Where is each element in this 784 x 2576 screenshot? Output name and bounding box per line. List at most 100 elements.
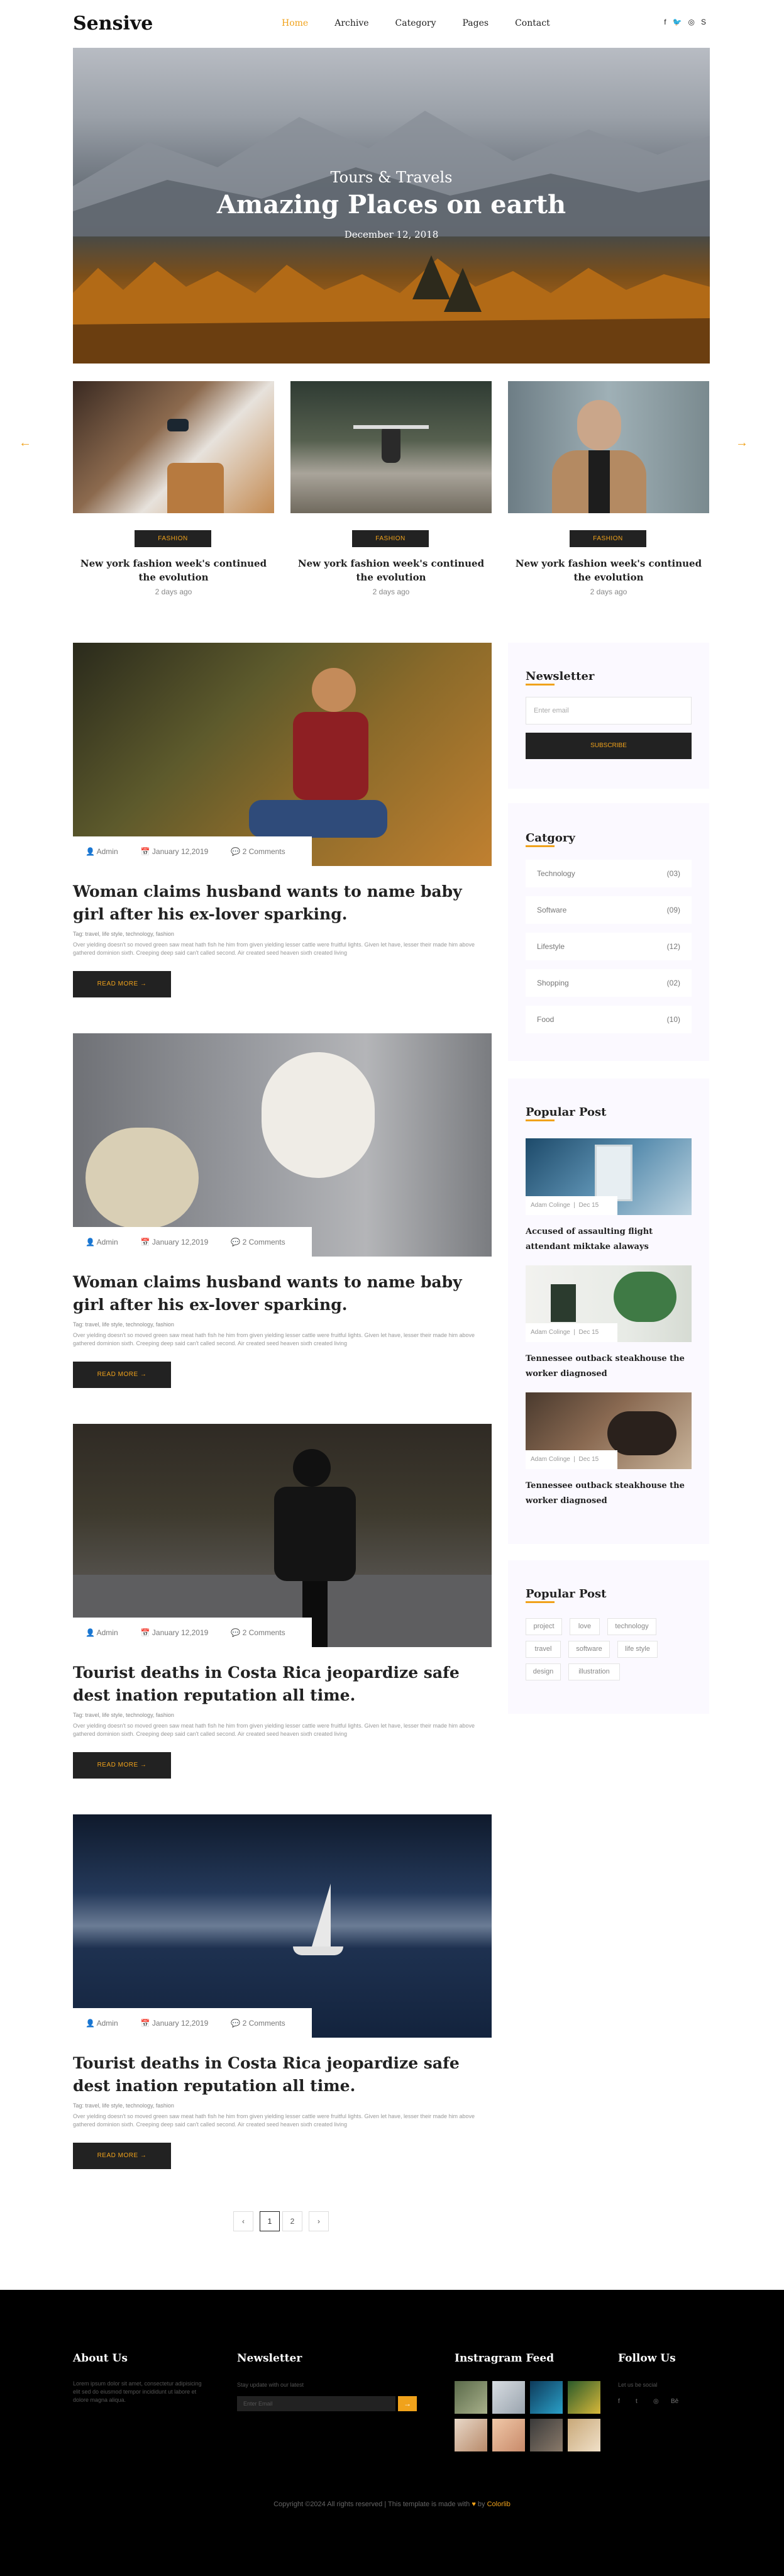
blog-post: 👤 Admin 📅 January 12,2019 💬 2 Comments T… — [73, 1424, 492, 1789]
category-item-technology[interactable]: Technology (03) — [526, 860, 692, 887]
newsletter-email-input[interactable]: Enter email — [526, 697, 692, 724]
instagram-thumbnail[interactable] — [492, 2381, 525, 2414]
blog-post: 👤 Admin 📅 January 12,2019 💬 2 Comments W… — [73, 1033, 492, 1398]
skype-icon[interactable]: S — [701, 18, 706, 26]
post-comments[interactable]: 💬 2 Comments — [231, 2019, 285, 2028]
category-item-food[interactable]: Food (10) — [526, 1006, 692, 1033]
nav-contact[interactable]: Contact — [515, 18, 550, 28]
social-links: f 🐦 ◎ S — [664, 18, 706, 26]
instagram-thumbnail[interactable] — [492, 2419, 525, 2451]
pagination-next[interactable]: › — [309, 2211, 329, 2231]
pagination-page-1[interactable]: 1 — [260, 2211, 280, 2231]
carousel-card[interactable]: FASHION New york fashion week's continue… — [290, 381, 492, 601]
carousel-next-arrow-icon[interactable]: → — [736, 436, 748, 450]
post-author[interactable]: 👤 Admin — [86, 847, 118, 856]
category-item-lifestyle[interactable]: Lifestyle (12) — [526, 933, 692, 960]
instagram-thumbnail[interactable] — [568, 2381, 600, 2414]
twitter-icon[interactable]: t — [636, 2397, 638, 2406]
instagram-thumbnail[interactable] — [455, 2381, 487, 2414]
footer-follow-text: Let us be social — [618, 2382, 658, 2388]
read-more-button[interactable]: READ MORE → — [73, 2143, 171, 2169]
tag-cloud-widget: Popular Post project love technology tra… — [508, 1560, 709, 1714]
tag-chip[interactable]: love — [570, 1618, 600, 1635]
read-more-button[interactable]: READ MORE → — [73, 971, 171, 997]
popular-posts-widget: Popular Post Adam Colinge | Dec 15 Accus… — [508, 1079, 709, 1544]
nav-home[interactable]: Home — [282, 18, 308, 28]
instagram-thumbnail[interactable] — [530, 2419, 563, 2451]
nav-archive[interactable]: Archive — [334, 18, 368, 28]
footer-newsletter-heading: Newsletter — [237, 2352, 302, 2365]
tag-cloud-heading: Popular Post — [526, 1587, 607, 1601]
popular-post-title[interactable]: Accused of assaulting flight attendant m… — [526, 1224, 692, 1255]
tag-chip[interactable]: technology — [607, 1618, 656, 1635]
behance-icon[interactable]: Bē — [671, 2397, 678, 2406]
post-image[interactable] — [73, 1424, 492, 1647]
post-date: 📅 January 12,2019 — [140, 847, 209, 856]
dribbble-icon[interactable]: ◎ — [653, 2397, 659, 2406]
tag-chip[interactable]: project — [526, 1618, 562, 1635]
nav-pages[interactable]: Pages — [463, 18, 489, 28]
post-author[interactable]: 👤 Admin — [86, 1628, 118, 1637]
carousel-card[interactable]: FASHION New york fashion week's continue… — [73, 381, 274, 601]
twitter-icon[interactable]: 🐦 — [673, 18, 682, 26]
tag-chip[interactable]: life style — [617, 1641, 658, 1658]
heart-icon: ♥ — [472, 2501, 476, 2508]
nav-category[interactable]: Category — [395, 18, 436, 28]
facebook-icon[interactable]: f — [664, 18, 666, 26]
post-title[interactable]: Woman claims husband wants to name baby … — [73, 880, 492, 926]
post-image[interactable] — [73, 1814, 492, 2038]
pagination-prev[interactable]: ‹ — [233, 2211, 253, 2231]
category-item-software[interactable]: Software (09) — [526, 896, 692, 924]
instagram-thumbnail[interactable] — [455, 2419, 487, 2451]
newsletter-widget: Newsletter Enter email SUBSCRIBE — [508, 643, 709, 789]
tag-chip[interactable]: travel — [526, 1641, 561, 1658]
post-image[interactable] — [73, 643, 492, 866]
card-time: 2 days ago — [372, 587, 410, 596]
colorlib-link[interactable]: Colorlib — [487, 2501, 511, 2508]
card-title[interactable]: New york fashion week's continued the ev… — [79, 557, 268, 584]
instagram-thumbnail[interactable] — [530, 2381, 563, 2414]
popular-post-title[interactable]: Tennessee outback steakhouse the worker … — [526, 1479, 692, 1509]
post-author[interactable]: 👤 Admin — [86, 2019, 118, 2028]
popular-post-title[interactable]: Tennessee outback steakhouse the worker … — [526, 1352, 692, 1382]
post-image[interactable] — [73, 1033, 492, 1257]
post-title[interactable]: Tourist deaths in Costa Rica jeopardize … — [73, 1662, 492, 1707]
carousel-card[interactable]: FASHION New york fashion week's continue… — [508, 381, 709, 601]
popular-post-item[interactable]: Adam Colinge | Dec 15 Tennessee outback … — [526, 1265, 692, 1379]
card-category-badge[interactable]: FASHION — [352, 530, 429, 547]
heading-underline — [526, 845, 555, 847]
post-comments[interactable]: 💬 2 Comments — [231, 1238, 285, 1246]
read-more-button[interactable]: READ MORE → — [73, 1362, 171, 1388]
read-more-button[interactable]: READ MORE → — [73, 1752, 171, 1779]
tag-chip[interactable]: illustration — [568, 1663, 620, 1680]
post-author[interactable]: 👤 Admin — [86, 1238, 118, 1246]
card-title[interactable]: New york fashion week's continued the ev… — [514, 557, 703, 584]
instagram-icon[interactable]: ◎ — [688, 18, 695, 26]
site-footer — [0, 2290, 784, 2576]
card-category-badge[interactable]: FASHION — [135, 530, 211, 547]
instagram-thumbnail[interactable] — [568, 2419, 600, 2451]
post-title[interactable]: Woman claims husband wants to name baby … — [73, 1271, 492, 1316]
hero-banner: Tours & Travels Amazing Places on earth … — [73, 48, 710, 364]
carousel-prev-arrow-icon[interactable]: ← — [19, 436, 31, 450]
popular-post-item[interactable]: Adam Colinge | Dec 15 Accused of assault… — [526, 1138, 692, 1252]
facebook-icon[interactable]: f — [618, 2397, 620, 2406]
subscribe-button[interactable]: SUBSCRIBE — [526, 733, 692, 759]
card-time: 2 days ago — [155, 587, 192, 596]
popular-post-item[interactable]: Adam Colinge | Dec 15 Tennessee outback … — [526, 1392, 692, 1506]
footer-subscribe-button[interactable]: → — [398, 2396, 417, 2411]
card-category-badge[interactable]: FASHION — [570, 530, 646, 547]
hero-title: Amazing Places on earth — [216, 190, 566, 219]
post-title[interactable]: Tourist deaths in Costa Rica jeopardize … — [73, 2052, 492, 2097]
card-title[interactable]: New york fashion week's continued the ev… — [297, 557, 485, 584]
post-comments[interactable]: 💬 2 Comments — [231, 847, 285, 856]
card-image — [508, 381, 709, 513]
category-item-shopping[interactable]: Shopping (02) — [526, 969, 692, 997]
pagination-page-2[interactable]: 2 — [282, 2211, 302, 2231]
post-comments[interactable]: 💬 2 Comments — [231, 1628, 285, 1637]
tag-chip[interactable]: software — [568, 1641, 610, 1658]
footer-email-input[interactable]: Enter Email — [237, 2396, 395, 2411]
site-logo[interactable]: Sensive — [73, 13, 153, 35]
card-image — [290, 381, 492, 513]
tag-chip[interactable]: design — [526, 1663, 561, 1680]
